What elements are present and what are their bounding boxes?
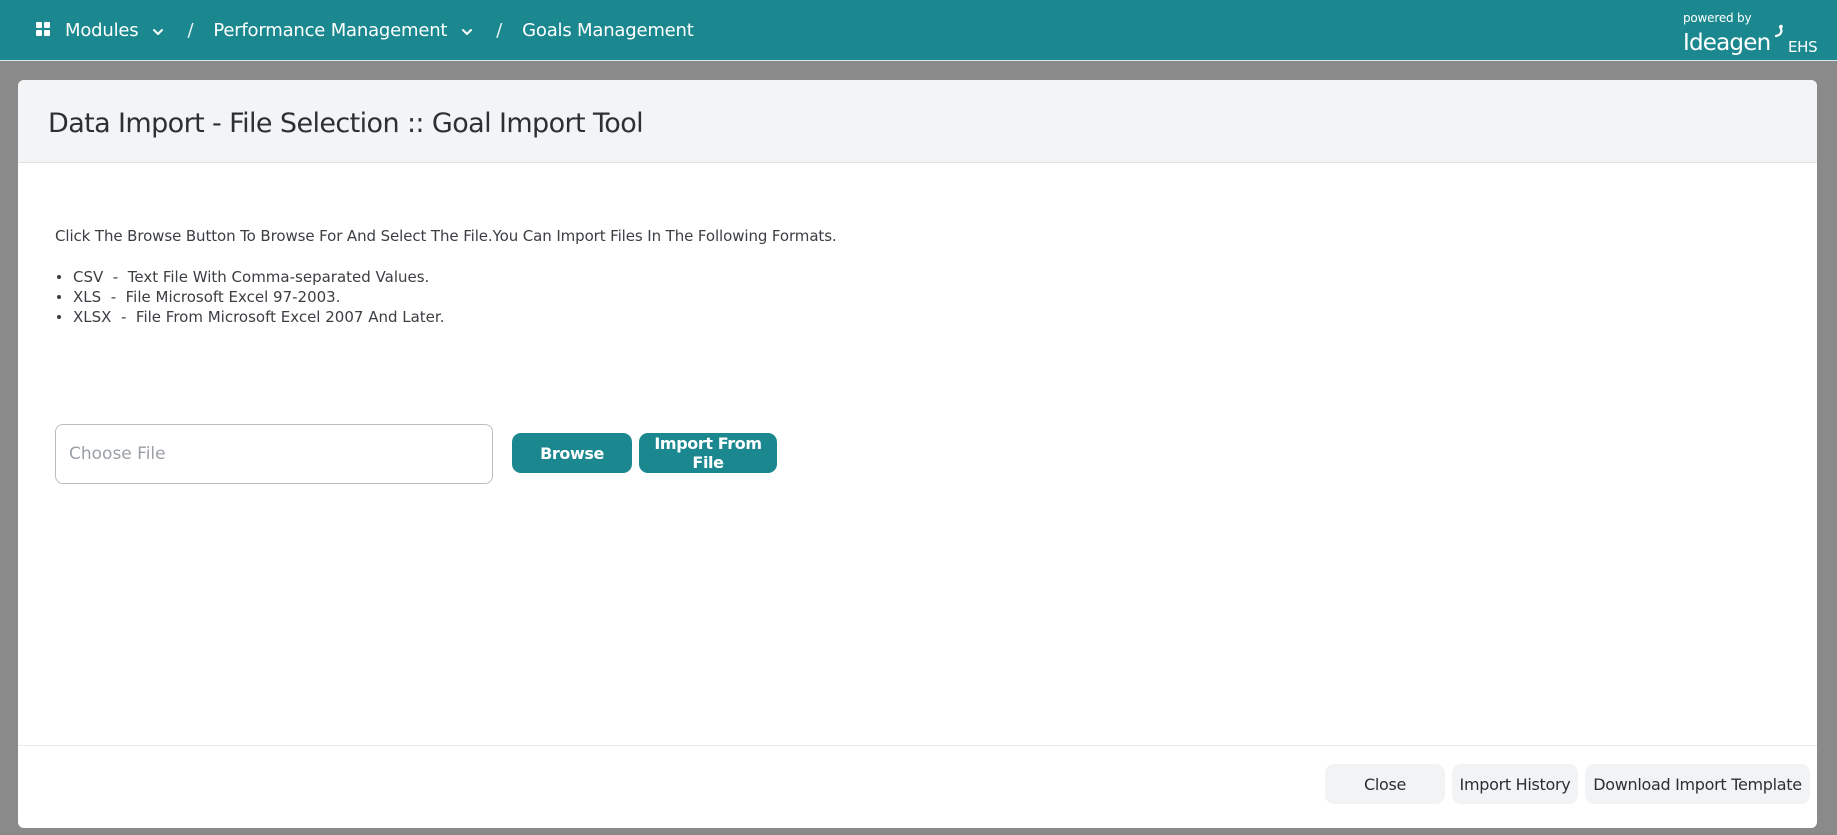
breadcrumb-separator: /: [187, 20, 194, 41]
list-item: XLSX - File From Microsoft Excel 2007 An…: [55, 307, 444, 327]
dialog-header: Data Import - File Selection :: Goal Imp…: [18, 80, 1817, 163]
close-button[interactable]: Close: [1325, 764, 1445, 804]
breadcrumb: Modules / Performance Management / Goals…: [36, 0, 694, 61]
format-xlsx: XLSX - File From Microsoft Excel 2007 An…: [73, 308, 445, 326]
format-list: CSV - Text File With Comma-separated Val…: [55, 267, 444, 327]
dialog-body: Click The Browse Button To Browse For An…: [18, 163, 1817, 745]
breadcrumb-modules[interactable]: Modules: [36, 20, 165, 41]
list-item: XLS - File Microsoft Excel 97-2003.: [55, 287, 444, 307]
instructions-text: Click The Browse Button To Browse For An…: [55, 227, 837, 245]
format-csv: CSV - Text File With Comma-separated Val…: [73, 268, 430, 286]
breadcrumb-performance-management[interactable]: Performance Management: [213, 20, 474, 41]
breadcrumb-modules-label: Modules: [65, 20, 139, 41]
import-from-file-button[interactable]: Import From File: [639, 433, 777, 473]
bullet-icon: [57, 295, 61, 299]
breadcrumb-performance-label: Performance Management: [213, 20, 448, 41]
browse-button[interactable]: Browse: [512, 433, 632, 473]
chevron-down-icon[interactable]: [151, 25, 165, 39]
page-title: Data Import - File Selection :: Goal Imp…: [48, 108, 644, 139]
chevron-down-icon[interactable]: [460, 25, 474, 39]
dialog-footer: Close Import History Download Import Tem…: [18, 745, 1817, 828]
breadcrumb-goals-management[interactable]: Goals Management: [522, 20, 694, 41]
ideagen-mark-icon: [1774, 24, 1783, 38]
format-xls: XLS - File Microsoft Excel 97-2003.: [73, 288, 341, 306]
powered-by-label: powered by: [1683, 11, 1752, 25]
import-dialog: Data Import - File Selection :: Goal Imp…: [18, 80, 1817, 828]
breadcrumb-separator: /: [496, 20, 503, 41]
list-item: CSV - Text File With Comma-separated Val…: [55, 267, 444, 287]
grid-icon: [36, 21, 50, 36]
top-bar: Modules / Performance Management / Goals…: [0, 0, 1837, 61]
bullet-icon: [57, 315, 61, 319]
choose-file-input[interactable]: [55, 424, 493, 484]
brand-logo: powered by Ideagen EHS: [1673, 10, 1818, 58]
brand-name: Ideagen: [1683, 30, 1771, 56]
download-import-template-button[interactable]: Download Import Template: [1585, 764, 1810, 804]
breadcrumb-goals-label: Goals Management: [522, 20, 694, 41]
brand-suffix: EHS: [1788, 38, 1818, 56]
import-history-button[interactable]: Import History: [1452, 764, 1578, 804]
bullet-icon: [57, 275, 61, 279]
